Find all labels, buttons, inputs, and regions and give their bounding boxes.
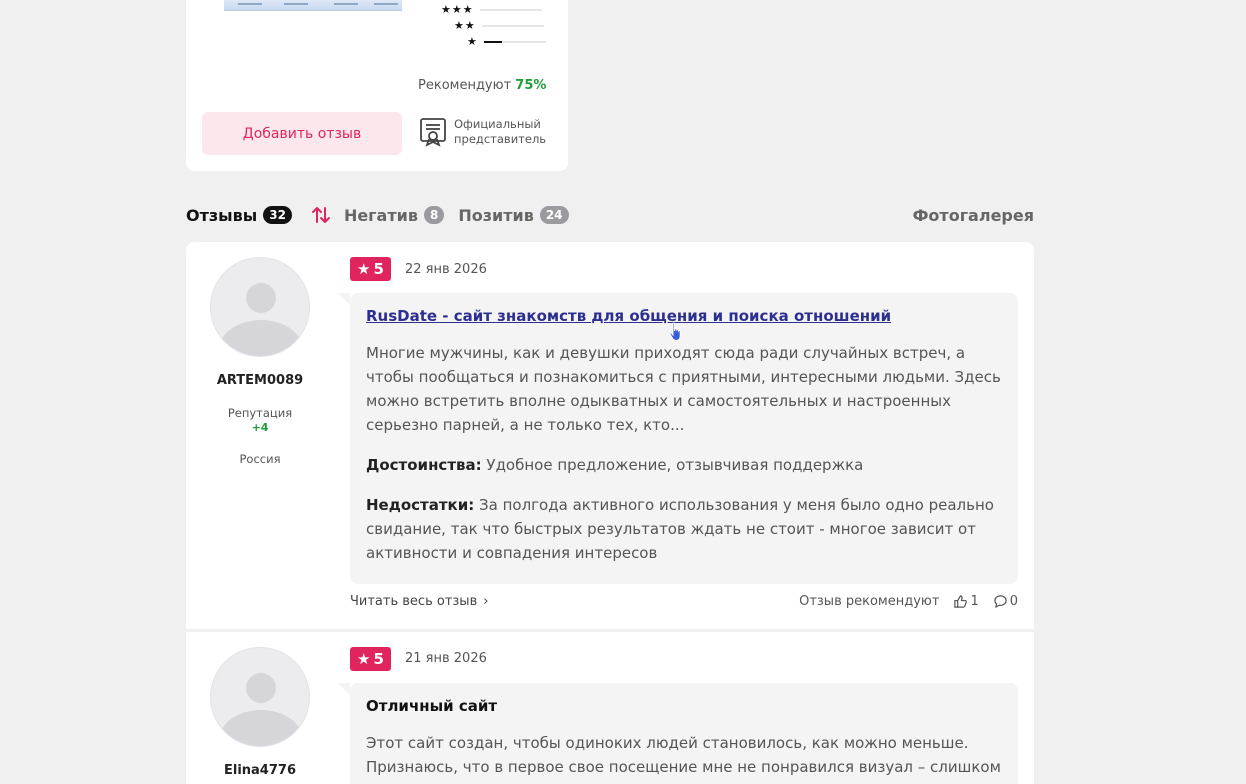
review-date: 21 янв 2026	[405, 651, 487, 666]
tab-negative[interactable]: Негатив 8	[343, 205, 445, 225]
likes-count: 1	[970, 594, 979, 609]
review-text: Многие мужчины, как и девушки приходят с…	[366, 344, 1001, 434]
star-icon: ★	[467, 35, 478, 48]
rating-bar	[483, 40, 546, 43]
comments-count: 0	[1009, 594, 1018, 609]
comment-icon[interactable]	[993, 594, 1008, 609]
positive-count-badge: 24	[539, 206, 569, 224]
rating-summary-card: ★★★ ★★ ★ Рекомендуют 75% Добавить отзыв …	[186, 0, 568, 171]
review-title-link[interactable]: RusDate - сайт знакомств для общения и п…	[366, 307, 1002, 325]
reputation-value: +4	[251, 421, 269, 434]
pros-label: Достоинства:	[366, 456, 482, 474]
review-cons: Недостатки: За полгода активного использ…	[366, 493, 1002, 565]
rating-badge: ★ 5	[350, 647, 391, 671]
official-representative-link[interactable]: Официальный представитель	[418, 117, 546, 147]
rating-value: 5	[373, 650, 384, 668]
recommend-review-label: Отзыв рекомендуют	[799, 594, 940, 609]
add-review-button[interactable]: Добавить отзыв	[202, 112, 402, 155]
review-card: Elina4776 ★ 5 21 янв 2026 Отличный сайт …	[186, 632, 1034, 784]
tab-positive-label: Позитив	[458, 205, 534, 225]
review-pros: Достоинства: Удобное предложение, отзывч…	[366, 453, 1002, 477]
review-body: Отличный сайт Этот сайт создан, чтобы од…	[338, 683, 1018, 784]
tab-reviews[interactable]: Отзывы 32	[186, 206, 292, 225]
reviews-count-badge: 32	[263, 206, 292, 224]
tab-reviews-label: Отзывы	[186, 205, 258, 225]
thumbs-up-icon[interactable]	[953, 594, 968, 609]
official-label-line1: Официальный	[454, 117, 541, 131]
rating-bar	[481, 24, 544, 27]
recommend-label: Рекомендуют	[418, 78, 512, 93]
rating-row-2-stars: ★★	[454, 19, 544, 32]
official-label-line2: представитель	[454, 132, 547, 146]
star-icon: ★	[357, 260, 371, 278]
reviews-tabs: Отзывы 32 Негатив 8 Позитив 24 Фотогалер…	[186, 202, 1034, 228]
recommend-summary: Рекомендуют 75%	[418, 78, 546, 93]
star-icon: ★	[357, 650, 371, 668]
rating-bar	[479, 8, 542, 11]
review-author-name[interactable]: ARTEM0089	[186, 373, 334, 388]
stars-icon: ★★★	[441, 3, 474, 16]
avatar[interactable]	[210, 257, 310, 357]
chevron-right-icon: ›	[483, 594, 489, 609]
site-screenshot-thumbnail[interactable]	[224, 0, 402, 11]
read-more-label: Читать весь отзыв	[350, 594, 478, 609]
review-title[interactable]: Отличный сайт	[366, 697, 1002, 715]
review-author-name[interactable]: Elina4776	[186, 763, 334, 778]
rating-badge: ★ 5	[350, 257, 391, 281]
negative-count-badge: 8	[423, 206, 445, 224]
hand-cursor-icon	[669, 322, 681, 342]
avatar[interactable]	[210, 647, 310, 747]
review-date: 22 янв 2026	[405, 262, 487, 277]
certificate-icon	[420, 118, 446, 147]
review-text: Этот сайт создан, чтобы одиноких людей с…	[366, 734, 1001, 776]
pros-text: Удобное предложение, отзывчивая поддержк…	[486, 456, 864, 474]
recommend-percent: 75%	[515, 78, 547, 93]
tab-positive[interactable]: Позитив 24	[458, 205, 569, 225]
sort-icon[interactable]	[310, 204, 332, 226]
author-country: Россия	[239, 452, 281, 466]
rating-value: 5	[373, 260, 384, 278]
review-body: RusDate - сайт знакомств для общения и п…	[338, 293, 1018, 584]
cons-label: Недостатки:	[366, 496, 475, 514]
tab-negative-label: Негатив	[343, 205, 418, 225]
tab-photo-gallery[interactable]: Фотогалерея	[913, 206, 1034, 225]
rating-row-1-star: ★	[467, 35, 546, 48]
reputation-label: Репутация	[227, 406, 293, 420]
stars-icon: ★★	[454, 19, 476, 32]
read-full-review-link[interactable]: Читать весь отзыв ›	[350, 594, 488, 609]
review-card: ARTEM0089 Репутация +4 Россия ★ 5 22 янв…	[186, 242, 1034, 629]
review-footer: Читать весь отзыв › Отзыв рекомендуют 1 …	[350, 594, 1018, 609]
rating-row-3-stars: ★★★	[441, 3, 542, 16]
